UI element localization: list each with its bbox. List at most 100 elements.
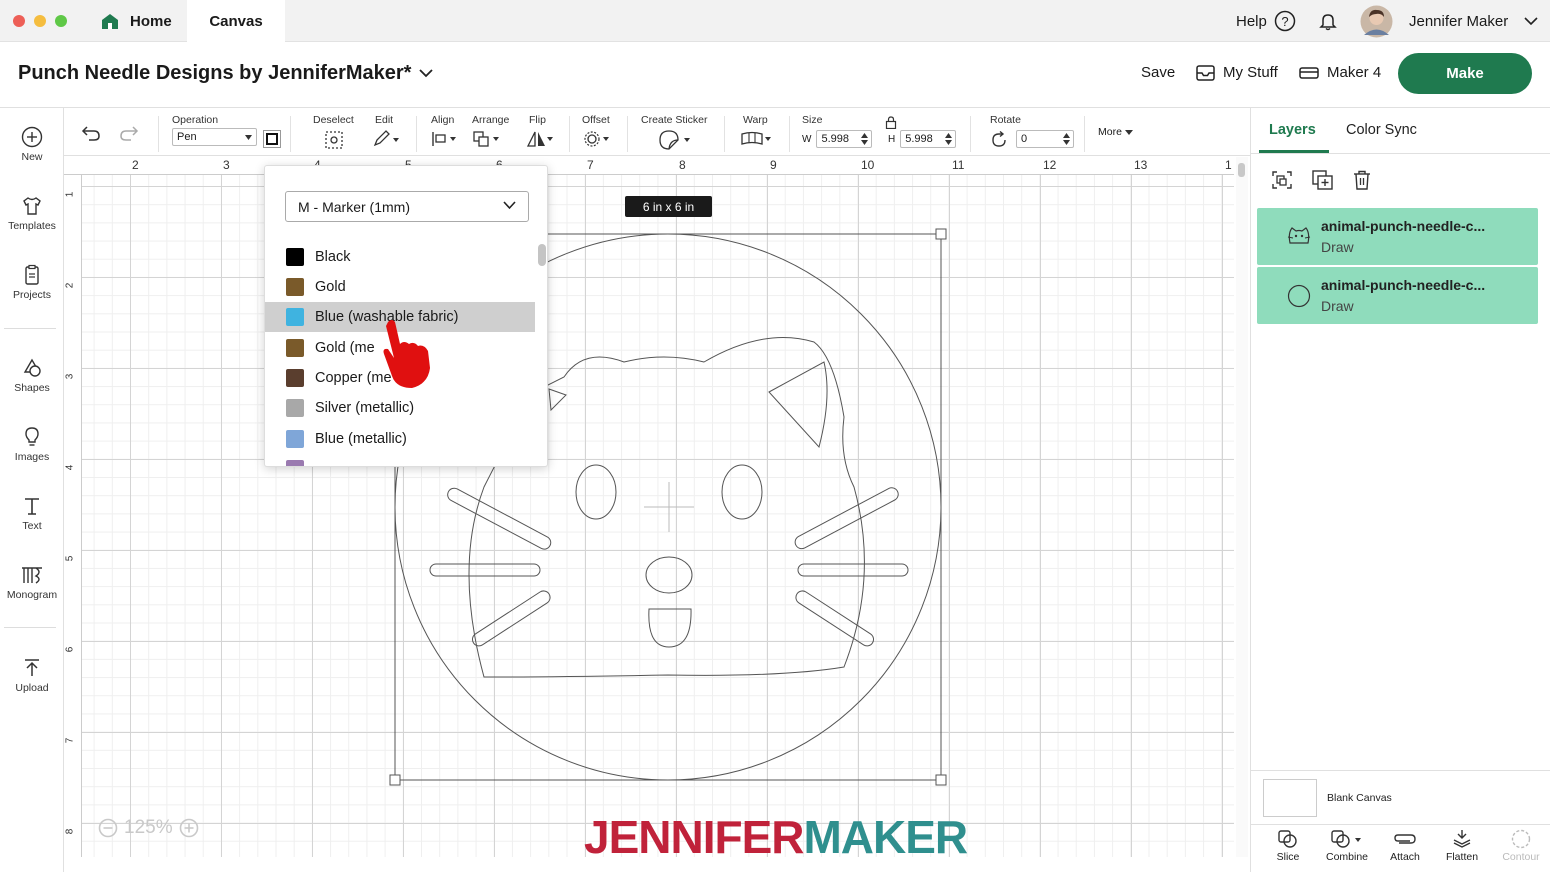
align-group: Align xyxy=(431,114,454,126)
sidebar-item-text[interactable]: Text xyxy=(0,495,64,532)
zoom-out-icon[interactable] xyxy=(98,818,118,838)
inbox-icon xyxy=(1196,64,1215,81)
color-swatch xyxy=(286,339,304,357)
color-swatch xyxy=(286,248,304,266)
operation-group: Operation xyxy=(172,114,218,126)
design-canvas[interactable]: 2 3 4 5 6 7 8 9 10 11 12 13 1 1 2 3 4 5 … xyxy=(64,157,1234,857)
blank-canvas-row[interactable]: Blank Canvas xyxy=(1251,770,1550,824)
warp-group: Warp xyxy=(743,114,768,126)
dropdown-scrollbar[interactable] xyxy=(538,244,546,266)
pen-color-option[interactable]: Black xyxy=(265,242,535,272)
resize-handle[interactable] xyxy=(935,774,947,786)
lock-icon[interactable] xyxy=(885,116,897,129)
contour-button[interactable]: Contour xyxy=(1492,829,1550,863)
minimize-window-button[interactable] xyxy=(34,15,46,27)
undo-icon[interactable] xyxy=(81,125,101,141)
sidebar-item-monogram[interactable]: Monogram xyxy=(0,564,64,601)
pen-type-select[interactable]: M - Marker (1mm) xyxy=(285,191,529,222)
group-icon[interactable] xyxy=(1271,170,1293,190)
sidebar-item-images[interactable]: Images xyxy=(0,426,64,463)
pen-color-option-partial[interactable] xyxy=(265,454,535,466)
rotate-input[interactable]: 0 xyxy=(1016,130,1074,148)
pen-color-option[interactable]: Gold xyxy=(265,272,535,302)
pen-color-dropdown: M - Marker (1mm) Black Gold Blue (washab… xyxy=(264,165,548,467)
edit-toolbar: Operation Pen Deselect Edit Align Arrang… xyxy=(64,108,1250,156)
operation-select[interactable]: Pen xyxy=(172,128,257,146)
machine-select-button[interactable]: Maker 4 xyxy=(1299,64,1381,81)
sidebar-item-shapes[interactable]: Shapes xyxy=(0,357,64,394)
duplicate-icon[interactable] xyxy=(1312,170,1334,190)
plus-circle-icon xyxy=(21,126,43,148)
user-menu[interactable]: Jennifer Maker xyxy=(1360,0,1538,42)
my-stuff-label: My Stuff xyxy=(1223,64,1278,81)
toolbar-divider xyxy=(724,116,725,152)
align-icon[interactable] xyxy=(431,131,459,147)
resize-handle[interactable] xyxy=(389,774,401,786)
height-input[interactable]: 5.998 xyxy=(900,130,957,148)
sidebar-item-templates[interactable]: Templates xyxy=(0,195,64,232)
close-window-button[interactable] xyxy=(13,15,25,27)
pencil-icon[interactable] xyxy=(372,130,400,148)
stepper-icon[interactable] xyxy=(861,133,869,145)
cat-face-icon xyxy=(1287,227,1311,244)
layer-row[interactable]: animal-punch-needle-c... Draw xyxy=(1257,267,1538,324)
attach-label: Attach xyxy=(1390,851,1420,863)
sidebar-item-upload[interactable]: Upload xyxy=(0,657,64,694)
sidebar-item-new[interactable]: New xyxy=(0,126,64,163)
tab-layers[interactable]: Layers xyxy=(1269,122,1316,138)
tab-home[interactable]: Home xyxy=(100,0,172,42)
attach-button[interactable]: Attach xyxy=(1376,829,1434,863)
cat-design[interactable] xyxy=(64,157,1234,857)
layer-row[interactable]: animal-punch-needle-c... Draw xyxy=(1257,208,1538,265)
vertical-scrollbar[interactable] xyxy=(1238,163,1245,177)
width-input[interactable]: 5.998 xyxy=(816,130,873,148)
stepper-icon[interactable] xyxy=(945,133,953,145)
slice-button[interactable]: Slice xyxy=(1259,829,1317,863)
deselect-icon[interactable] xyxy=(324,130,344,150)
sidebar-item-label: Upload xyxy=(15,682,49,694)
warp-icon[interactable] xyxy=(740,131,772,147)
create-sticker-label: Create Sticker xyxy=(641,114,708,126)
offset-icon[interactable] xyxy=(583,130,613,148)
tab-home-label: Home xyxy=(130,12,172,30)
help-button[interactable]: Help ? xyxy=(1236,0,1296,42)
make-button[interactable]: Make xyxy=(1398,53,1532,94)
more-button[interactable]: More xyxy=(1098,126,1133,138)
pen-color-label: Silver (metallic) xyxy=(315,400,415,416)
pen-color-button[interactable] xyxy=(263,130,281,148)
upload-icon xyxy=(25,659,39,676)
trash-icon[interactable] xyxy=(1352,170,1372,190)
sidebar-item-label: New xyxy=(21,151,43,163)
size-tag: 6 in x 6 in xyxy=(625,196,712,217)
chevron-down-icon xyxy=(419,69,434,78)
cat-whisker xyxy=(794,487,899,550)
project-title-menu[interactable]: Punch Needle Designs by JenniferMaker* xyxy=(18,62,434,85)
contour-label: Contour xyxy=(1502,851,1540,863)
offset-group: Offset xyxy=(582,114,610,126)
zoom-in-icon[interactable] xyxy=(179,818,199,838)
maximize-window-button[interactable] xyxy=(55,15,67,27)
sidebar-item-projects[interactable]: Projects xyxy=(0,264,64,301)
sidebar-item-label: Monogram xyxy=(6,589,58,601)
pen-color-option[interactable]: Blue (metallic) xyxy=(265,424,535,454)
resize-handle[interactable] xyxy=(935,228,947,240)
pen-color-option[interactable]: Silver (metallic) xyxy=(265,393,535,423)
tab-canvas[interactable]: Canvas xyxy=(187,0,285,42)
rotate-control: 0 xyxy=(1016,130,1074,148)
sticker-icon[interactable] xyxy=(659,130,693,150)
rotate-icon[interactable] xyxy=(990,131,1008,149)
flatten-button[interactable]: Flatten xyxy=(1433,829,1491,863)
sidebar-item-label: Projects xyxy=(13,289,51,301)
cat-mouth xyxy=(648,608,692,648)
avatar xyxy=(1360,5,1393,37)
stepper-icon[interactable] xyxy=(1063,133,1070,145)
arrange-icon[interactable] xyxy=(472,130,502,148)
combine-button[interactable]: Combine xyxy=(1318,829,1376,863)
flip-icon[interactable] xyxy=(526,130,554,148)
size-tag-text: 6 in x 6 in xyxy=(642,199,695,214)
my-stuff-button[interactable]: My Stuff xyxy=(1196,64,1278,81)
tab-color-sync[interactable]: Color Sync xyxy=(1346,122,1417,138)
save-button[interactable]: Save xyxy=(1141,64,1175,81)
redo-icon[interactable] xyxy=(119,125,139,141)
notifications-button[interactable] xyxy=(1318,0,1338,42)
